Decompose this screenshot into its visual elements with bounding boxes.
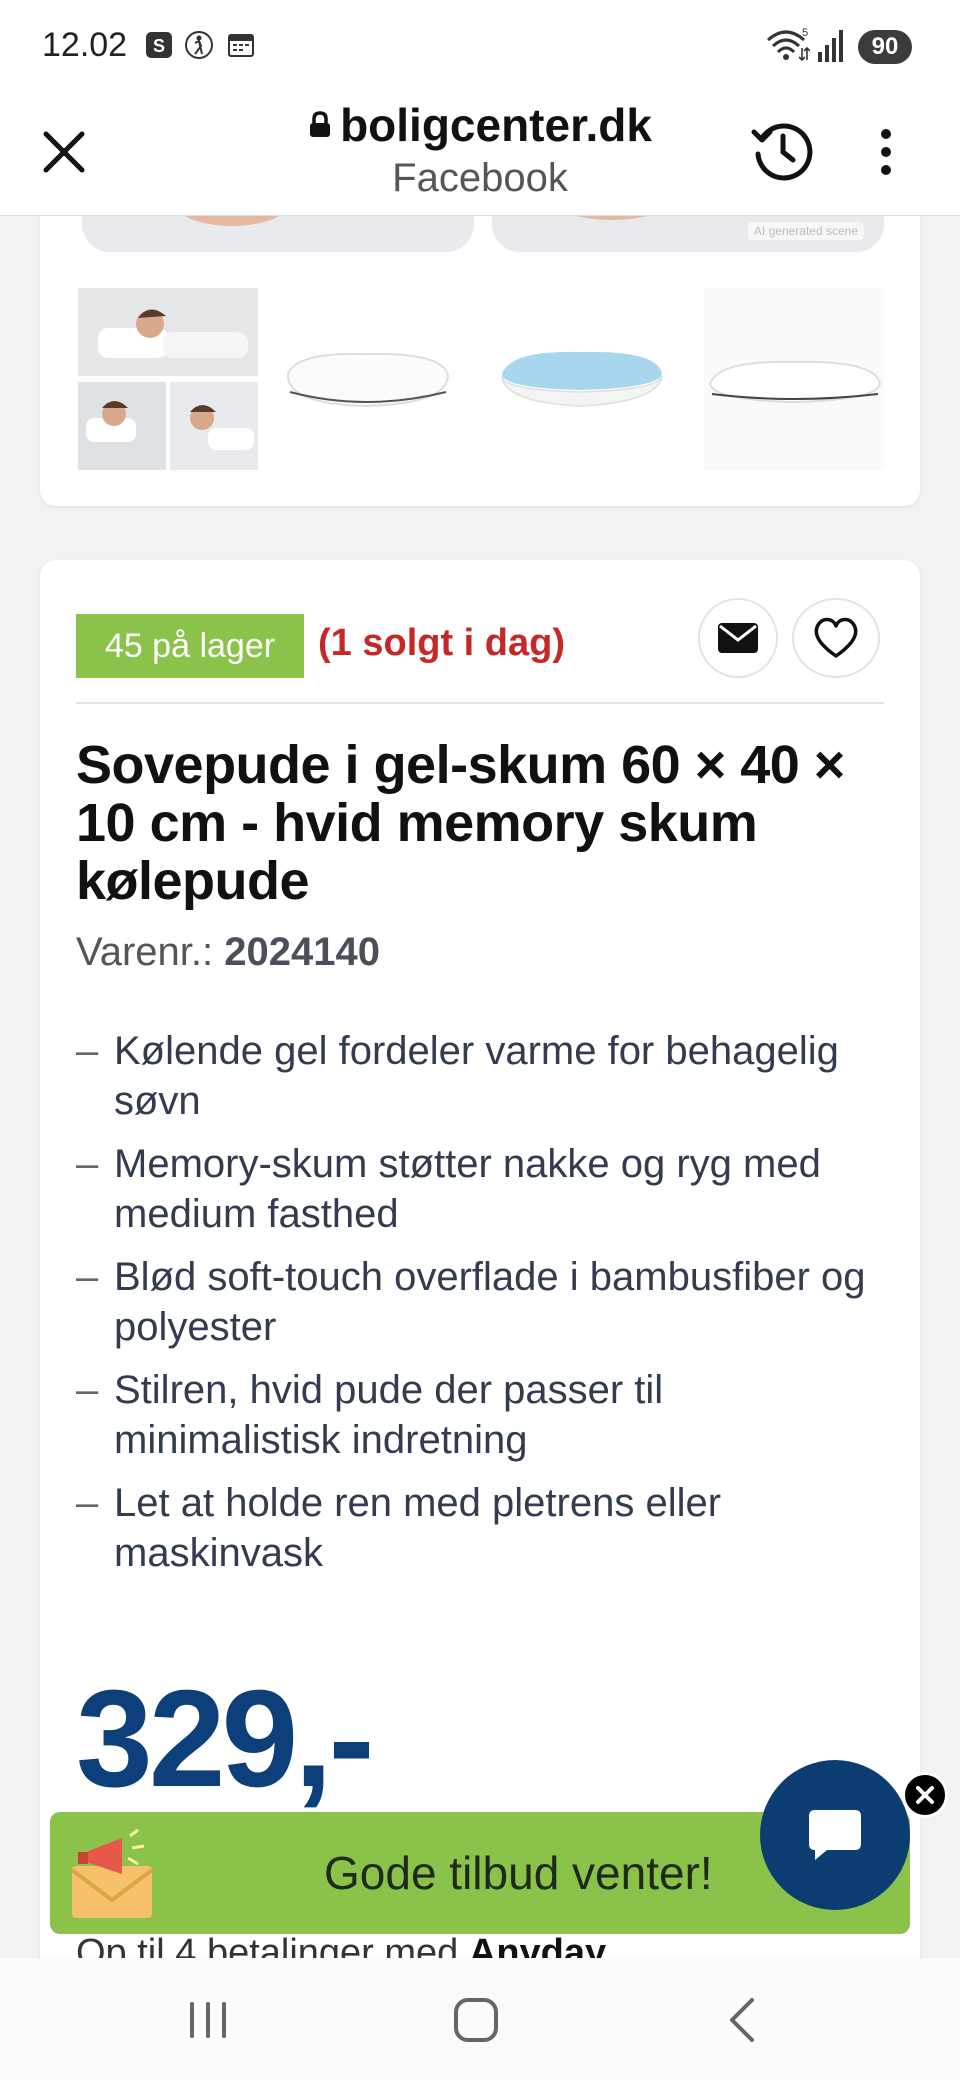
wifi-icon: 5: [767, 27, 810, 62]
heart-icon: [814, 617, 858, 658]
battery-icon: 90: [858, 30, 912, 64]
url-domain: boligcenter.dk: [340, 99, 652, 151]
more-vertical-icon[interactable]: [876, 126, 896, 178]
status-bar: 12.02 S 5 90: [0, 0, 960, 88]
feature-item: – Let at holde ren med pletrens eller mas…: [76, 1481, 722, 1575]
thumbnail-sleeping-woman[interactable]: [78, 288, 258, 470]
thumbnail-white-pillow[interactable]: [276, 288, 456, 470]
svg-text:5: 5: [802, 27, 808, 39]
back-icon[interactable]: [714, 1994, 774, 2046]
favorite-button[interactable]: [792, 598, 880, 678]
ai-generated-tag: AI generated scene: [747, 222, 864, 240]
thumbnail-pillow-side[interactable]: [704, 288, 884, 470]
feature-list: – Kølende gel fordeler varme for behageli…: [76, 1026, 884, 1591]
megaphone-envelope-icon: [70, 1828, 154, 1918]
sold-today-label: (1 solgt i dag): [318, 622, 565, 664]
chat-button[interactable]: [760, 1760, 910, 1910]
email-share-button[interactable]: [698, 598, 778, 678]
calendar-icon: [228, 34, 254, 57]
home-icon[interactable]: [446, 1994, 506, 2046]
stock-badge: 45 på lager: [76, 614, 304, 678]
s-app-icon: S: [146, 32, 172, 58]
accessibility-icon: [185, 31, 213, 59]
feature-item: – Kølende gel fordeler varme for behageli…: [76, 1029, 839, 1123]
feature-item: – Memory-skum støtter nakke og ryg med me…: [76, 1142, 821, 1236]
history-icon[interactable]: [750, 118, 816, 184]
close-icon[interactable]: [36, 124, 92, 180]
status-time: 12.02: [42, 26, 128, 64]
image-gallery: AI generated scene: [40, 180, 920, 506]
thumbnail-gel-pillow[interactable]: [490, 288, 670, 470]
sku-value: 2024140: [224, 930, 380, 974]
system-nav-bar: [0, 1958, 960, 2080]
chat-close-button[interactable]: [902, 1772, 948, 1818]
close-icon: [916, 1786, 934, 1804]
promo-text: Gode tilbud venter!: [324, 1847, 713, 1899]
lock-icon: [310, 111, 331, 137]
recent-apps-icon[interactable]: [178, 1994, 238, 2046]
sku: Varenr.: 2024140: [76, 930, 380, 975]
address-bar[interactable]: boligcenter.dk Facebook: [240, 98, 720, 201]
divider: [76, 702, 884, 704]
feature-item: – Stilren, hvid pude der passer til minim…: [76, 1368, 664, 1462]
url-subtitle: Facebook: [392, 156, 568, 200]
price: 329,-: [76, 1662, 375, 1816]
feature-item: – Blød soft-touch overflade i bambusfiber…: [76, 1255, 866, 1349]
signal-icon: [818, 30, 843, 62]
product-title: Sovepude i gel-skum 60 × 40 × 10 cm - hv…: [76, 735, 845, 911]
sku-label: Varenr.:: [76, 930, 214, 974]
chat-icon: [809, 1810, 861, 1860]
mail-icon: [718, 623, 758, 653]
svg-text:S: S: [153, 36, 165, 56]
browser-toolbar: boligcenter.dk Facebook: [0, 88, 960, 216]
screen: 12.02 S 5 90 AI generated scene boligcen…: [0, 0, 960, 2080]
